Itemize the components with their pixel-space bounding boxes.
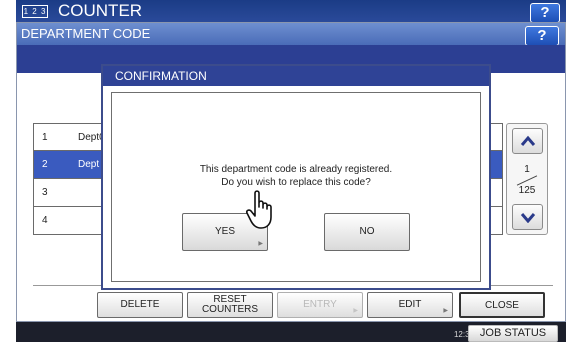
job-status-label: JOB STATUS: [479, 327, 547, 339]
message-line-1: This department code is already register…: [199, 164, 393, 175]
top-bar: 1 2 3 COUNTER ?: [16, 0, 566, 23]
dialog-title: CONFIRMATION: [103, 66, 489, 86]
hand-pointer-icon: [246, 190, 272, 229]
clock-time: 12:30: [453, 330, 474, 339]
status-bar: 12:30 JOB STATUS: [16, 322, 566, 342]
window-title: DEPARTMENT CODE: [21, 26, 151, 41]
clock: 12:30: [424, 330, 474, 340]
job-status-button[interactable]: JOB STATUS: [468, 325, 558, 342]
help-button[interactable]: ?: [525, 26, 559, 46]
confirmation-dialog: CONFIRMATION This department code is alr…: [101, 64, 491, 290]
device-screen: 1 2 3 COUNTER ? DEPARTMENT CODE ? 1 Dept…: [16, 0, 566, 342]
arrow-indicator-icon: ▶: [258, 241, 263, 247]
no-label: NO: [359, 226, 375, 237]
help-button-top[interactable]: ?: [530, 3, 560, 23]
counter-app-icon: 1 2 3: [22, 5, 48, 18]
dialog-message: This department code is already register…: [112, 163, 480, 189]
app-title: COUNTER: [58, 1, 143, 20]
message-line-2: Do you wish to replace this code?: [221, 177, 371, 188]
dialog-body: This department code is already register…: [111, 92, 481, 282]
no-button[interactable]: NO: [324, 213, 410, 251]
window-header: DEPARTMENT CODE ?: [17, 23, 565, 46]
yes-label: YES: [214, 226, 235, 237]
